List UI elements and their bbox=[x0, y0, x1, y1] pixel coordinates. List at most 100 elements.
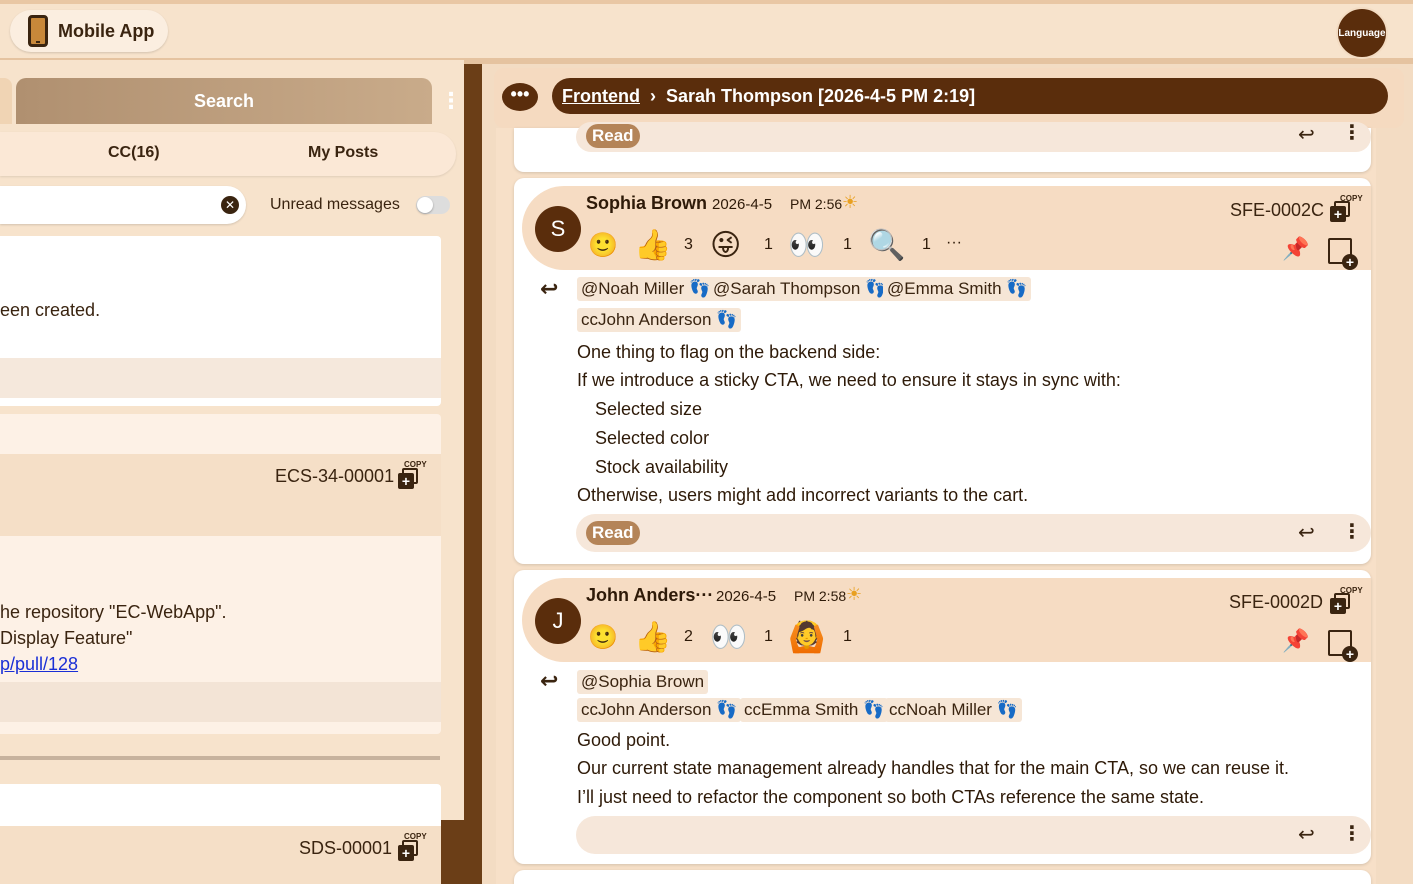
mention-tag[interactable]: @Sarah Thompson 👣 bbox=[709, 277, 891, 301]
tab-previous[interactable] bbox=[0, 78, 12, 124]
reaction-emoji[interactable]: 👀 bbox=[710, 620, 747, 656]
breadcrumb: Frontend › Sarah Thompson [2026-4-5 PM 2… bbox=[552, 78, 1388, 114]
message-line: Selected color bbox=[595, 428, 710, 448]
cc-tag[interactable]: ccJohn Anderson 👣 bbox=[577, 308, 742, 332]
mobile-app-label: Mobile App bbox=[58, 20, 155, 41]
mobile-app-button[interactable]: Mobile App bbox=[10, 10, 168, 52]
reply-arrow-icon[interactable]: ↩ bbox=[540, 668, 558, 694]
mention-tag[interactable]: @Noah Miller 👣 bbox=[577, 277, 715, 301]
left-menu-icon[interactable]: ⋮ bbox=[440, 86, 462, 116]
message-menu-icon[interactable]: ⋮ bbox=[1342, 519, 1362, 544]
pull-request-link[interactable]: p/pull/128 bbox=[0, 654, 78, 675]
post-time: PM 2:56 bbox=[790, 196, 843, 212]
list-item-footer bbox=[0, 358, 441, 398]
reaction-emoji[interactable]: 🔍 bbox=[868, 228, 905, 264]
message-header: J John Anders··· 2026-4-5 PM 2:58 ☀ SFE-… bbox=[522, 578, 1371, 662]
top-bar: Mobile App Language bbox=[0, 0, 1413, 64]
read-badge: Read bbox=[586, 124, 640, 148]
cc-tag[interactable]: ccNoah Miller 👣 bbox=[885, 698, 1022, 722]
cc-tag[interactable]: ccEmma Smith 👣 bbox=[740, 698, 889, 722]
reaction-count: 1 bbox=[764, 628, 773, 645]
message-card: Read ↩ ⋮ bbox=[514, 122, 1371, 172]
message-code: SFE-0002C bbox=[1230, 200, 1325, 220]
message-code: SFE-0002D bbox=[1229, 592, 1324, 612]
post-date: 2026-4-5 bbox=[716, 588, 777, 605]
reaction-count: 1 bbox=[922, 236, 931, 253]
unread-toggle[interactable] bbox=[416, 196, 450, 214]
reply-icon[interactable]: ↩ bbox=[1298, 122, 1315, 147]
list-item-header: SDS-00001 COPY + bbox=[0, 826, 441, 884]
reaction-emoji[interactable]: 😜 bbox=[710, 228, 741, 264]
more-reactions-icon[interactable]: ··· bbox=[946, 234, 962, 252]
cc-tag[interactable]: ccJohn Anderson 👣 bbox=[577, 698, 742, 722]
list-item[interactable]: ECS-34-00001 COPY + he repository "EC-We… bbox=[0, 414, 441, 734]
list-item[interactable]: een created. bbox=[0, 236, 441, 406]
message-card bbox=[514, 870, 1371, 884]
message-menu-icon[interactable]: ⋮ bbox=[1342, 120, 1362, 145]
pin-icon[interactable]: 📌 bbox=[1282, 236, 1309, 262]
post-date: 2026-4-5 bbox=[712, 196, 773, 213]
read-badge: Read bbox=[586, 521, 640, 545]
divider bbox=[0, 756, 440, 760]
message-menu-icon[interactable]: ⋮ bbox=[1342, 821, 1362, 846]
sun-icon: ☀ bbox=[842, 192, 859, 212]
author-name: John Anders··· bbox=[586, 585, 714, 605]
add-memo-icon[interactable] bbox=[1328, 630, 1358, 662]
list-item[interactable]: SDS-00001 COPY + bbox=[0, 784, 441, 884]
search-input[interactable]: ✕ bbox=[0, 186, 246, 224]
copy-icon[interactable]: + bbox=[1330, 593, 1352, 615]
reply-icon[interactable]: ↩ bbox=[1298, 520, 1315, 545]
message-footer: Read ↩ ⋮ bbox=[576, 122, 1371, 152]
chevron-right-icon: › bbox=[650, 85, 656, 106]
list-item-text: Display Feature" bbox=[0, 628, 133, 648]
mention-tag[interactable]: @Emma Smith 👣 bbox=[883, 277, 1032, 301]
message-line: Selected size bbox=[595, 399, 703, 419]
reaction-count: 1 bbox=[843, 236, 852, 253]
copy-icon[interactable]: + bbox=[1330, 201, 1352, 223]
message-header: S Sophia Brown 2026-4-5 PM 2:56 ☀ SFE-00… bbox=[522, 186, 1371, 270]
message-footer: ↩ ⋮ bbox=[576, 816, 1371, 854]
add-memo-icon[interactable] bbox=[1328, 238, 1358, 270]
reaction-emoji[interactable]: 👍 bbox=[634, 228, 671, 264]
list-item-header: ECS-34-00001 COPY + bbox=[0, 454, 441, 536]
item-code: SDS-00001 bbox=[299, 838, 393, 858]
tab-search-label: Search bbox=[193, 90, 255, 111]
message-line: One thing to flag on the backend side: bbox=[577, 342, 881, 362]
subtab-cc[interactable]: CC(16) bbox=[108, 144, 160, 162]
post-time: PM 2:58 bbox=[794, 588, 847, 604]
message-card: S Sophia Brown 2026-4-5 PM 2:56 ☀ SFE-00… bbox=[514, 178, 1371, 564]
message-line: If we introduce a sticky CTA, we need to… bbox=[577, 370, 1121, 390]
list-item-footer bbox=[0, 682, 441, 722]
sun-icon: ☀ bbox=[846, 584, 863, 604]
add-reaction-icon[interactable]: 🙂 bbox=[588, 620, 618, 656]
avatar: J bbox=[535, 598, 581, 644]
reply-icon[interactable]: ↩ bbox=[1298, 822, 1315, 847]
add-reaction-icon[interactable]: 🙂 bbox=[588, 228, 618, 264]
pin-icon[interactable]: 📌 bbox=[1282, 628, 1309, 654]
clear-icon[interactable]: ✕ bbox=[221, 196, 239, 214]
message-card: J John Anders··· 2026-4-5 PM 2:58 ☀ SFE-… bbox=[514, 570, 1371, 864]
language-globe-icon[interactable]: Language bbox=[1336, 7, 1388, 59]
breadcrumb-current: Sarah Thompson [2026-4-5 PM 2:19] bbox=[666, 85, 976, 106]
avatar: S bbox=[535, 206, 581, 252]
reaction-emoji[interactable]: 👍 bbox=[634, 620, 671, 656]
reply-arrow-icon[interactable]: ↩ bbox=[540, 276, 558, 302]
copy-icon[interactable]: + bbox=[398, 468, 420, 490]
phone-icon bbox=[28, 15, 48, 47]
list-item-text: een created. bbox=[0, 300, 101, 320]
message-line: Our current state management already han… bbox=[577, 758, 1290, 778]
breadcrumb-root[interactable]: Frontend bbox=[562, 86, 640, 107]
item-code: ECS-34-00001 bbox=[275, 466, 395, 486]
reaction-emoji[interactable]: 👀 bbox=[788, 228, 825, 264]
mention-tag[interactable]: @Sophia Brown bbox=[577, 670, 709, 694]
tab-search[interactable]: Search bbox=[16, 78, 432, 124]
reaction-count: 1 bbox=[843, 628, 852, 645]
reaction-emoji[interactable]: 🙆 bbox=[788, 620, 825, 656]
unread-label: Unread messages bbox=[270, 196, 400, 213]
subtab-my-posts[interactable]: My Posts bbox=[308, 144, 378, 162]
message-line: I’ll just need to refactor the component… bbox=[577, 787, 1204, 807]
subtab-bar: CC(16) My Posts bbox=[0, 132, 456, 176]
language-label: Language bbox=[1338, 27, 1386, 39]
message-line: Otherwise, users might add incorrect var… bbox=[577, 485, 1029, 505]
copy-icon[interactable]: + bbox=[398, 840, 420, 862]
